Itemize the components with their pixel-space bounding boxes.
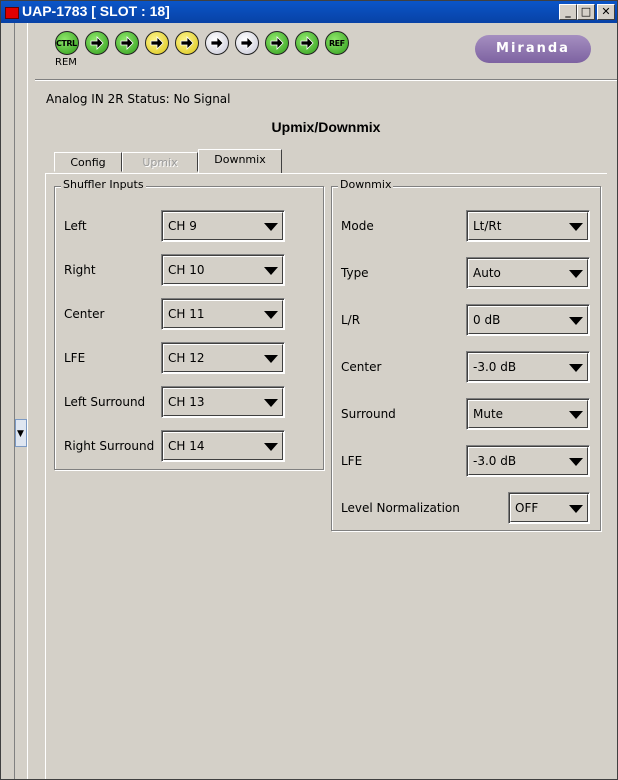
led-arrow-icon[interactable] <box>205 31 229 55</box>
field-label: Surround <box>341 407 396 421</box>
chevron-down-icon <box>569 223 583 231</box>
field-label: Center <box>64 307 105 321</box>
chevron-down-icon: ▼ <box>17 429 24 439</box>
chevron-down-icon <box>264 355 278 363</box>
group-title: Downmix <box>338 178 394 191</box>
field-label: Center <box>341 360 382 374</box>
tab-config[interactable]: Config <box>54 152 122 172</box>
app-window: UAP-1783 [ SLOT : 18] _ □ ✕ ▼ CTRL REF RE… <box>0 0 618 780</box>
chevron-down-icon <box>264 267 278 275</box>
divider <box>35 79 617 81</box>
miranda-logo: Miranda <box>475 35 591 63</box>
page-title: Upmix/Downmix <box>271 119 381 135</box>
led-arrow-icon[interactable] <box>235 31 259 55</box>
field-label: Left <box>64 219 87 233</box>
led-arrow-icon[interactable] <box>145 31 169 55</box>
field-label: Right <box>64 263 96 277</box>
tab-panel: Shuffler Inputs Left CH 9 Right CH 10 Center… <box>45 173 607 779</box>
dropdown-value: CH 9 <box>168 219 197 233</box>
field-label: LFE <box>341 454 363 468</box>
dropdown-select[interactable]: Lt/Rt <box>466 210 590 242</box>
chevron-down-icon <box>569 270 583 278</box>
dropdown-value: CH 11 <box>168 307 205 321</box>
field-label: Type <box>341 266 369 280</box>
level-normalization-label: Level Normalization <box>341 501 460 515</box>
dropdown-value: CH 12 <box>168 351 205 365</box>
dropdown-select[interactable]: CH 9 <box>161 210 285 242</box>
chevron-down-icon <box>569 317 583 325</box>
dropdown-value: Auto <box>473 266 501 280</box>
field-label: LFE <box>64 351 86 365</box>
dropdown-value: OFF <box>515 501 539 515</box>
chevron-down-icon <box>569 364 583 372</box>
led-arrow-icon[interactable] <box>265 31 289 55</box>
chevron-down-icon <box>569 411 583 419</box>
tab-downmix[interactable]: Downmix <box>198 149 282 174</box>
dropdown-select[interactable]: CH 13 <box>161 386 285 418</box>
led-ref[interactable]: REF <box>325 31 349 55</box>
led-label: REF <box>329 39 345 48</box>
collapse-toggle[interactable]: ▼ <box>15 419 27 447</box>
dropdown-value: -3.0 dB <box>473 360 517 374</box>
chevron-down-icon <box>264 223 278 231</box>
dropdown-value: Lt/Rt <box>473 219 502 233</box>
dropdown-value: 0 dB <box>473 313 501 327</box>
window-title: UAP-1783 [ SLOT : 18] <box>22 3 170 19</box>
led-arrow-icon[interactable] <box>175 31 199 55</box>
dropdown-value: CH 10 <box>168 263 205 277</box>
field-label: L/R <box>341 313 361 327</box>
minimize-button[interactable]: _ <box>559 4 577 20</box>
dropdown-select[interactable]: Auto <box>466 257 590 289</box>
dropdown-select[interactable]: CH 14 <box>161 430 285 462</box>
chevron-down-icon <box>569 505 583 513</box>
chevron-down-icon <box>264 399 278 407</box>
tab-upmix[interactable]: Upmix <box>122 152 198 172</box>
led-arrow-icon[interactable] <box>85 31 109 55</box>
field-label: Right Surround <box>64 439 155 453</box>
dropdown-select[interactable]: Mute <box>466 398 590 430</box>
dropdown-value: CH 14 <box>168 439 205 453</box>
main-content: CTRL REF REM Miranda Analog IN 2R Status:… <box>35 23 617 779</box>
led-arrow-icon[interactable] <box>115 31 139 55</box>
close-button[interactable]: ✕ <box>597 4 615 20</box>
shuffler-inputs-group: Shuffler Inputs Left CH 9 Right CH 10 Center… <box>54 178 324 470</box>
field-label: Left Surround <box>64 395 146 409</box>
chevron-down-icon <box>264 443 278 451</box>
maximize-button[interactable]: □ <box>577 4 595 20</box>
led-label: CTRL <box>56 39 77 48</box>
dropdown-value: -3.0 dB <box>473 454 517 468</box>
status-led-bar: CTRL REF REM Miranda <box>45 29 607 73</box>
chevron-down-icon <box>264 311 278 319</box>
dropdown-value: Mute <box>473 407 504 421</box>
side-rail: ▼ <box>1 23 35 779</box>
side-rail-border <box>14 23 28 779</box>
dropdown-select[interactable]: CH 11 <box>161 298 285 330</box>
status-indicator-icon <box>5 7 19 19</box>
rem-label: REM <box>55 57 77 68</box>
dropdown-select[interactable]: -3.0 dB <box>466 351 590 383</box>
group-title: Shuffler Inputs <box>61 178 146 191</box>
dropdown-select[interactable]: -3.0 dB <box>466 445 590 477</box>
title-bar[interactable]: UAP-1783 [ SLOT : 18] _ □ ✕ <box>1 1 617 23</box>
chevron-down-icon <box>569 458 583 466</box>
level-normalization-dropdown[interactable]: OFF <box>508 492 590 524</box>
field-label: Mode <box>341 219 374 233</box>
dropdown-select[interactable]: CH 12 <box>161 342 285 374</box>
led-ctrl[interactable]: CTRL <box>55 31 79 55</box>
dropdown-select[interactable]: CH 10 <box>161 254 285 286</box>
downmix-group: Downmix Mode Lt/Rt Type Auto L/R 0 dB Center -3… <box>331 178 601 531</box>
signal-status-text: Analog IN 2R Status: No Signal <box>46 92 231 106</box>
dropdown-value: CH 13 <box>168 395 205 409</box>
dropdown-select[interactable]: 0 dB <box>466 304 590 336</box>
led-arrow-icon[interactable] <box>295 31 319 55</box>
